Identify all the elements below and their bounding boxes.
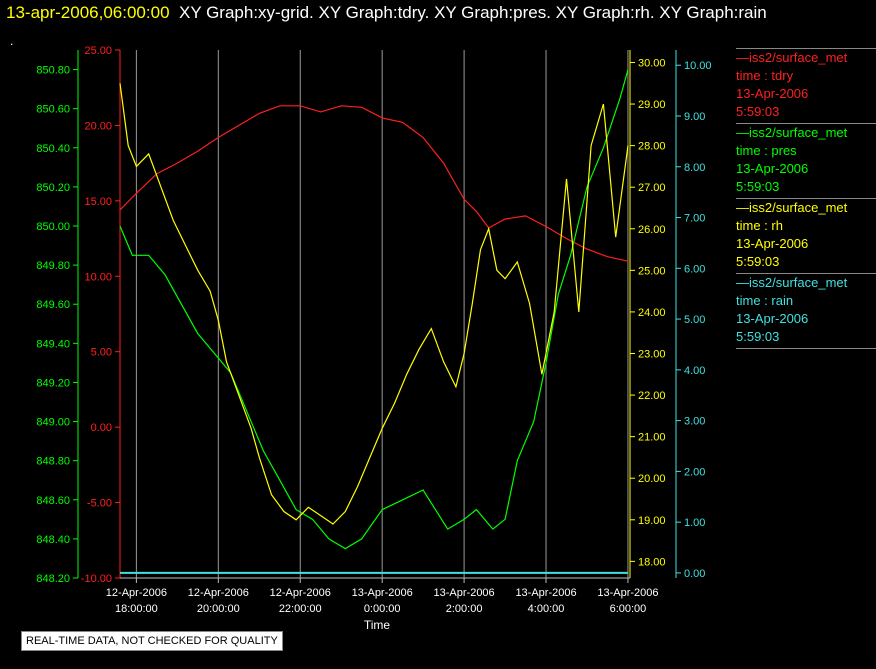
legend-entry-rh: —iss2/surface_met time : rh 13-Apr-2006 …: [736, 198, 876, 273]
x-tick-label-time: 4:00:00: [528, 603, 565, 615]
rain-tick-label: 7.00: [684, 213, 705, 225]
rh-tick-label: 28.00: [638, 141, 666, 153]
pres-tick-label: 849.20: [36, 377, 70, 389]
pres-tick-label: 848.60: [36, 495, 70, 507]
legend-series-name: —iss2/surface_met: [736, 125, 848, 140]
legend-series-name: —iss2/surface_met: [736, 200, 848, 215]
rain-tick-label: 3.00: [684, 416, 705, 428]
x-tick-label-date: 13-Apr-2006: [597, 587, 658, 599]
rh-tick-label: 18.00: [638, 556, 666, 568]
rain-tick-label: 2.00: [684, 466, 705, 478]
legend-entry-rain: —iss2/surface_met time : rain 13-Apr-200…: [736, 273, 876, 349]
x-tick-label-time: 2:00:00: [446, 603, 483, 615]
rh-tick-label: 24.00: [638, 307, 666, 319]
x-tick-label-time: 20:00:00: [197, 603, 240, 615]
tdry-tick-label: 10.00: [84, 271, 112, 283]
x-tick-label-time: 22:00:00: [279, 603, 322, 615]
legend-series-name: —iss2/surface_met: [736, 275, 848, 290]
series-tdry: [119, 105, 629, 262]
legend-variable: time : rh: [736, 218, 783, 233]
tdry-tick-label: 25.00: [84, 45, 112, 57]
legend-entry-pres: —iss2/surface_met time : pres 13-Apr-200…: [736, 123, 876, 198]
legend-time: 5:59:03: [736, 329, 780, 344]
pres-tick-label: 850.40: [36, 143, 70, 155]
quality-disclaimer: REAL-TIME DATA, NOT CHECKED FOR QUALITY: [21, 631, 283, 651]
x-tick-label-time: 18:00:00: [115, 603, 158, 615]
rain-tick-label: 0.00: [684, 568, 705, 580]
rh-tick-label: 27.00: [638, 182, 666, 194]
legend-series-name: —iss2/surface_met: [736, 50, 848, 65]
tdry-tick-label: 0.00: [91, 422, 112, 434]
legend-time: 5:59:03: [736, 254, 780, 269]
rh-tick-label: 26.00: [638, 224, 666, 236]
pres-tick-label: 850.60: [36, 104, 70, 116]
legend-date: 13-Apr-2006: [736, 311, 809, 326]
tdry-tick-label: 20.00: [84, 120, 112, 132]
rain-tick-label: 6.00: [684, 263, 705, 275]
x-tick-label-date: 13-Apr-2006: [515, 587, 576, 599]
x-axis-label: Time: [364, 618, 391, 632]
legend-variable: time : tdry: [736, 68, 794, 83]
x-tick-label-date: 12-Apr-2006: [188, 587, 249, 599]
rain-tick-label: 5.00: [684, 314, 705, 326]
rh-tick-label: 23.00: [638, 348, 666, 360]
rain-tick-label: 4.00: [684, 365, 705, 377]
tdry-tick-label: 5.00: [91, 347, 112, 359]
rain-tick-label: 1.00: [684, 517, 705, 529]
x-tick-label-date: 13-Apr-2006: [434, 587, 495, 599]
series-pres: [119, 69, 629, 550]
legend-time: 5:59:03: [736, 179, 780, 194]
x-tick-label-date: 13-Apr-2006: [352, 587, 413, 599]
legend-variable: time : pres: [736, 143, 797, 158]
legend-time: 5:59:03: [736, 104, 780, 119]
rh-tick-label: 25.00: [638, 265, 666, 277]
legend-date: 13-Apr-2006: [736, 236, 809, 251]
tdry-tick-label: -5.00: [87, 498, 112, 510]
legend-date: 13-Apr-2006: [736, 86, 809, 101]
x-tick-label-date: 12-Apr-2006: [106, 587, 167, 599]
pres-tick-label: 850.00: [36, 221, 70, 233]
series-rh: [119, 83, 629, 525]
legend-variable: time : rain: [736, 293, 794, 308]
legend: —iss2/surface_met time : tdry 13-Apr-200…: [736, 48, 876, 349]
tdry-tick-label: 15.00: [84, 196, 112, 208]
x-tick-label-time: 6:00:00: [610, 603, 647, 615]
rh-tick-label: 20.00: [638, 473, 666, 485]
rain-tick-label: 8.00: [684, 162, 705, 174]
pres-tick-label: 849.40: [36, 338, 70, 350]
pres-tick-label: 850.80: [36, 65, 70, 77]
rh-tick-label: 21.00: [638, 432, 666, 444]
x-tick-label-time: 0:00:00: [364, 603, 401, 615]
tdry-tick-label: -10.00: [81, 573, 112, 585]
series-lines: [119, 69, 629, 574]
x-tick-label-date: 12-Apr-2006: [270, 587, 331, 599]
pres-tick-label: 849.60: [36, 299, 70, 311]
rain-tick-label: 9.00: [684, 111, 705, 123]
legend-entry-tdry: —iss2/surface_met time : tdry 13-Apr-200…: [736, 48, 876, 123]
pres-tick-label: 849.80: [36, 260, 70, 272]
rh-tick-label: 30.00: [638, 57, 666, 69]
rain-tick-label: 10.00: [684, 60, 712, 72]
rh-tick-label: 29.00: [638, 99, 666, 111]
x-axis: 12-Apr-2006 18:00:00 12-Apr-2006 20:00:00 12…: [106, 577, 659, 632]
pres-tick-label: 848.20: [36, 573, 70, 585]
pres-tick-label: 848.80: [36, 456, 70, 468]
rh-tick-label: 19.00: [638, 515, 666, 527]
rh-tick-label: 22.00: [638, 390, 666, 402]
pres-tick-label: 849.00: [36, 417, 70, 429]
pres-tick-label: 848.40: [36, 534, 70, 546]
legend-date: 13-Apr-2006: [736, 161, 809, 176]
pres-tick-label: 850.20: [36, 182, 70, 194]
